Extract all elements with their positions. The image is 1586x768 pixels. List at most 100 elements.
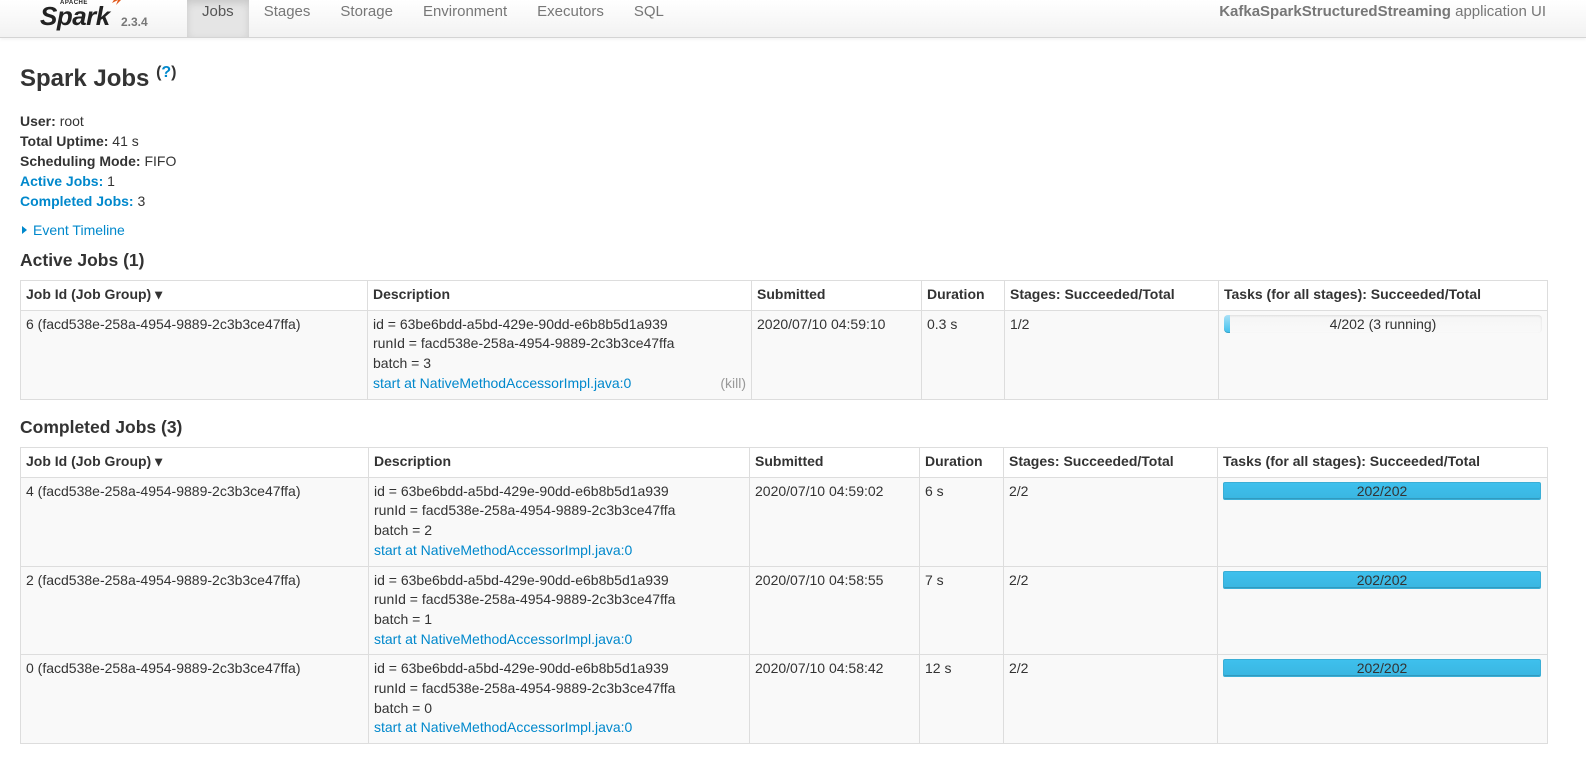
job-id-cell[interactable]: 2 (facd538e-258a-4954-9889-2c3b3ce47ffa) [20,565,369,656]
tasks-cell: 202/202 [1217,654,1548,745]
summary-mode: Scheduling Mode: FIFO [20,151,176,171]
uptime-value: 41 s [112,133,139,149]
duration-cell: 7 s [919,565,1004,656]
summary-completed: Completed Jobs: 3 [20,191,176,211]
tasks-progress-bar: 202/202 [1223,659,1541,678]
col-duration[interactable]: Duration [919,447,1004,478]
app-name: KafkaSparkStructuredStreaming [1219,3,1451,20]
job-id-cell[interactable]: 0 (facd538e-258a-4954-9889-2c3b3ce47ffa) [20,654,369,745]
col-tasks[interactable]: Tasks (for all stages): Succeeded/Total [1218,280,1548,311]
tab-executors[interactable]: Executors [522,0,619,37]
active-jobs-link[interactable]: Active Jobs: [20,173,103,189]
stages-cell: 2/2 [1003,565,1218,656]
col-submitted[interactable]: Submitted [751,280,922,311]
tasks-cell: 202/202 [1217,476,1548,567]
completed-label: Completed Jobs: [20,193,134,209]
col-description[interactable]: Description [368,447,750,478]
summary-user: User: root [20,111,176,131]
progress-label: 202/202 [1356,660,1408,677]
tasks-cell: 4/202 (3 running) [1218,309,1548,400]
user-label: User: [20,113,56,129]
desc-run-id: runId = facd538e-258a-4954-9889-2c3b3ce4… [374,591,676,608]
desc-run-id: runId = facd538e-258a-4954-9889-2c3b3ce4… [373,335,675,352]
completed-jobs-title[interactable]: Completed Jobs (3) [20,417,182,438]
summary-active: Active Jobs: 1 [20,171,176,191]
user-value: root [59,113,84,129]
table-header-row: Job Id (Job Group) ▾ Description Submitt… [20,280,1548,311]
table-row: 0 (facd538e-258a-4954-9889-2c3b3ce47ffa)… [20,654,1548,745]
duration-cell: 6 s [919,476,1004,567]
active-value: 1 [107,173,115,189]
brand-name: Spark [40,1,110,31]
desc-id: id = 63be6bdd-a5bd-429e-90dd-e6b8b5d1a93… [374,571,669,588]
tasks-progress-bar: 4/202 (3 running) [1224,314,1542,333]
desc-run-id: runId = facd538e-258a-4954-9889-2c3b3ce4… [374,680,676,697]
table-row: 2 (facd538e-258a-4954-9889-2c3b3ce47ffa)… [20,565,1548,656]
progress-label: 4/202 (3 running) [1329,315,1437,332]
col-submitted[interactable]: Submitted [749,447,920,478]
page-title-text: Spark Jobs [20,65,150,92]
submitted-cell: 2020/07/10 04:58:55 [749,565,920,656]
submitted-cell: 2020/07/10 04:59:10 [751,309,922,400]
help-icon[interactable]: ? [161,64,171,81]
stages-cell: 1/2 [1004,309,1219,400]
table-header-row: Job Id (Job Group) ▾ Description Submitt… [20,447,1548,478]
uptime-label: Total Uptime: [20,133,109,149]
app-suffix: application UI [1455,3,1546,20]
active-jobs-title[interactable]: Active Jobs (1) [20,250,144,271]
spark-logo[interactable]: APACHE Spark 2.3.4 [40,0,180,38]
job-id-cell[interactable]: 4 (facd538e-258a-4954-9889-2c3b3ce47ffa) [20,476,369,567]
stages-cell: 2/2 [1003,476,1218,567]
help-link[interactable]: (?) [156,64,176,81]
completed-jobs-link[interactable]: Completed Jobs: [20,193,134,209]
kill-job-link[interactable]: (kill) [720,374,746,394]
completed-jobs-table: Job Id (Job Group) ▾ Description Submitt… [20,447,1548,745]
col-tasks[interactable]: Tasks (for all stages): Succeeded/Total [1217,447,1548,478]
tasks-cell: 202/202 [1217,565,1548,656]
job-summary: User: root Total Uptime: 41 s Scheduling… [20,111,176,211]
expand-arrow-icon [22,226,27,234]
col-description[interactable]: Description [367,280,752,311]
job-description-link[interactable]: start at NativeMethodAccessorImpl.java:0 [374,719,632,735]
page-title: Spark Jobs (?) [20,64,177,93]
top-navbar: APACHE Spark 2.3.4 Jobs Stages Storage E… [0,0,1586,38]
description-cell: id = 63be6bdd-a5bd-429e-90dd-e6b8b5d1a93… [367,309,752,400]
desc-id: id = 63be6bdd-a5bd-429e-90dd-e6b8b5d1a93… [374,482,669,499]
spark-star-icon [112,0,121,5]
job-description-link[interactable]: start at NativeMethodAccessorImpl.java:0 [374,542,632,558]
event-timeline-label: Event Timeline [33,222,125,238]
tab-environment[interactable]: Environment [408,0,522,37]
table-row: 6 (facd538e-258a-4954-9889-2c3b3ce47ffa)… [20,309,1548,400]
duration-cell: 12 s [919,654,1004,745]
col-stages[interactable]: Stages: Succeeded/Total [1004,280,1219,311]
tasks-progress-bar: 202/202 [1223,570,1541,589]
description-cell: id = 63be6bdd-a5bd-429e-90dd-e6b8b5d1a93… [368,565,750,656]
mode-value: FIFO [144,153,177,169]
tab-jobs[interactable]: Jobs [187,0,249,37]
main-nav: Jobs Stages Storage Environment Executor… [187,0,679,37]
completed-value: 3 [137,193,146,209]
col-duration[interactable]: Duration [921,280,1005,311]
col-job-id[interactable]: Job Id (Job Group) ▾ [20,280,368,311]
desc-batch: batch = 1 [374,610,432,627]
tasks-progress-bar: 202/202 [1223,481,1541,500]
col-stages[interactable]: Stages: Succeeded/Total [1003,447,1218,478]
tab-stages[interactable]: Stages [249,0,326,37]
desc-id: id = 63be6bdd-a5bd-429e-90dd-e6b8b5d1a93… [373,315,668,332]
tab-storage[interactable]: Storage [325,0,408,37]
desc-batch: batch = 3 [373,355,431,372]
active-jobs-table: Job Id (Job Group) ▾ Description Submitt… [20,280,1548,400]
desc-batch: batch = 2 [374,522,432,539]
submitted-cell: 2020/07/10 04:59:02 [749,476,920,567]
application-title: KafkaSparkStructuredStreaming applicatio… [1219,0,1546,24]
desc-id: id = 63be6bdd-a5bd-429e-90dd-e6b8b5d1a93… [374,660,669,677]
job-id-cell[interactable]: 6 (facd538e-258a-4954-9889-2c3b3ce47ffa) [20,309,368,400]
job-description-link[interactable]: start at NativeMethodAccessorImpl.java:0 [374,631,632,647]
job-description-link[interactable]: start at NativeMethodAccessorImpl.java:0 [373,375,631,391]
tab-sql[interactable]: SQL [619,0,679,37]
progress-label: 202/202 [1356,482,1408,499]
col-job-id[interactable]: Job Id (Job Group) ▾ [20,447,369,478]
mode-label: Scheduling Mode: [20,153,141,169]
stages-cell: 2/2 [1003,654,1218,745]
event-timeline-toggle[interactable]: Event Timeline [20,221,125,239]
